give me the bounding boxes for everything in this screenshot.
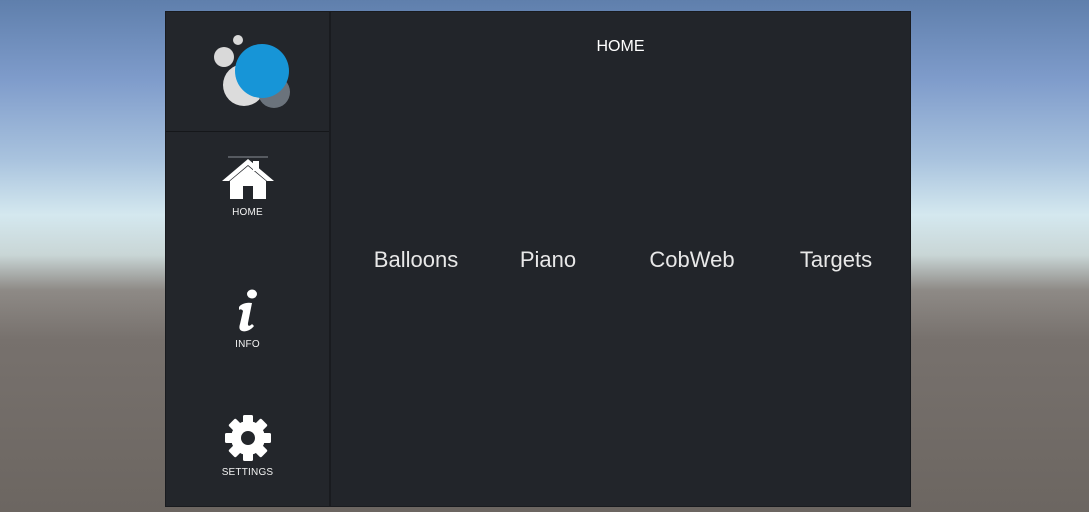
logo-area [166, 12, 329, 132]
sidebar-item-info[interactable]: INFO [166, 289, 329, 350]
sidebar-item-home[interactable]: HOME [166, 155, 329, 218]
page-title: HOME [596, 38, 645, 55]
game-button-piano[interactable]: Piano [478, 247, 618, 273]
sidebar-item-label: HOME [232, 207, 263, 218]
game-button-balloons[interactable]: Balloons [346, 247, 486, 273]
sidebar: HOME INFO SETTINGS [165, 11, 330, 507]
home-icon [221, 156, 274, 199]
info-icon [238, 289, 257, 332]
sidebar-item-label: SETTINGS [221, 467, 274, 478]
game-button-targets[interactable]: Targets [766, 247, 906, 273]
game-button-cobweb[interactable]: CobWeb [622, 247, 762, 273]
main-panel: HOME Balloons Piano CobWeb Targets [330, 11, 911, 507]
bubbles-logo-icon [214, 35, 290, 108]
sidebar-item-settings[interactable]: SETTINGS [166, 415, 329, 478]
gear-icon [224, 415, 271, 461]
sidebar-item-label: INFO [235, 339, 260, 350]
